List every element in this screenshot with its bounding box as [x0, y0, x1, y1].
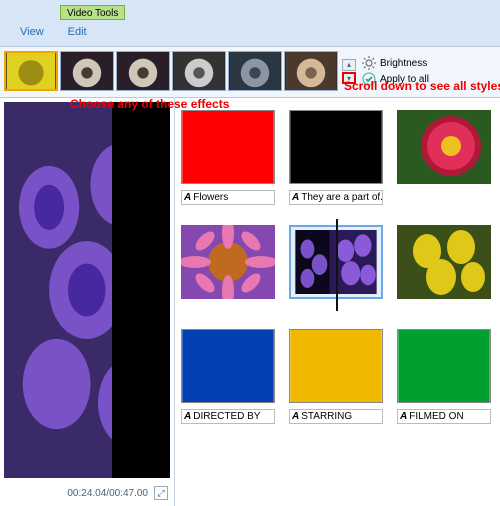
- ribbon-tabs: View Edit: [0, 20, 500, 47]
- slide-flowers-label: AFlowers: [181, 190, 275, 205]
- slide-partof-label: AThey are a part of...: [289, 190, 383, 205]
- scroll-up-button[interactable]: ▴: [342, 59, 356, 71]
- effect-sepia[interactable]: [284, 51, 338, 91]
- tab-edit[interactable]: Edit: [56, 24, 99, 40]
- brightness-label: Brightness: [380, 58, 427, 69]
- slide-directed-label: ADIRECTED BY: [181, 409, 275, 424]
- gallery-row-1-labels: AFlowers AThey are a part of...: [181, 190, 494, 205]
- ribbon-context-header: Video Tools: [0, 0, 500, 20]
- slide-starring-label: ASTARRING: [289, 409, 383, 424]
- annotation-choose-effects: Choose any of these effects: [70, 97, 229, 111]
- gallery-row-1: [181, 110, 494, 184]
- tab-view[interactable]: View: [8, 24, 56, 40]
- storyboard-gallery: AFlowers AThey are a part of... ADIRECTE…: [175, 98, 500, 506]
- brightness-button[interactable]: Brightness: [362, 56, 429, 70]
- effect-cool[interactable]: [228, 51, 282, 91]
- clip-yellow-flowers[interactable]: [397, 225, 491, 299]
- annotation-scroll-styles: Scroll down to see all styles: [344, 79, 500, 93]
- slide-filmed-on[interactable]: [397, 329, 491, 403]
- brightness-icon: [362, 56, 376, 70]
- clip-dahlia[interactable]: [397, 110, 491, 184]
- gallery-row-2: [181, 225, 494, 299]
- slide-directed-by[interactable]: [181, 329, 275, 403]
- preview-video[interactable]: [4, 102, 170, 478]
- effect-bw[interactable]: [172, 51, 226, 91]
- effects-toolbar: ▴ ▾ Brightness Apply to all Choose any o…: [0, 47, 500, 98]
- preview-panel: 00:24.04/00:47.00 ⤢: [0, 98, 175, 506]
- fullscreen-button[interactable]: ⤢: [154, 486, 168, 500]
- gallery-row-3-labels: ADIRECTED BY ASTARRING AFILMED ON: [181, 409, 494, 424]
- clip-echinacea[interactable]: [181, 225, 275, 299]
- gallery-row-3: [181, 329, 494, 403]
- slide-part-of-title[interactable]: [289, 110, 383, 184]
- effects-gallery: [4, 51, 338, 91]
- effect-normal2[interactable]: [116, 51, 170, 91]
- player-status-bar: 00:24.04/00:47.00 ⤢: [0, 482, 174, 506]
- effect-yellow-tint[interactable]: [4, 51, 58, 91]
- effect-normal[interactable]: [60, 51, 114, 91]
- slide-starring[interactable]: [289, 329, 383, 403]
- slide-flowers-title[interactable]: [181, 110, 275, 184]
- video-tools-context: Video Tools: [60, 5, 125, 20]
- time-display: 00:24.04/00:47.00: [67, 488, 148, 499]
- clip-bellflowers-selected[interactable]: [289, 225, 383, 299]
- main-workspace: 00:24.04/00:47.00 ⤢ AFlowers AThey are a…: [0, 98, 500, 506]
- slide-filmed-label: AFILMED ON: [397, 409, 491, 424]
